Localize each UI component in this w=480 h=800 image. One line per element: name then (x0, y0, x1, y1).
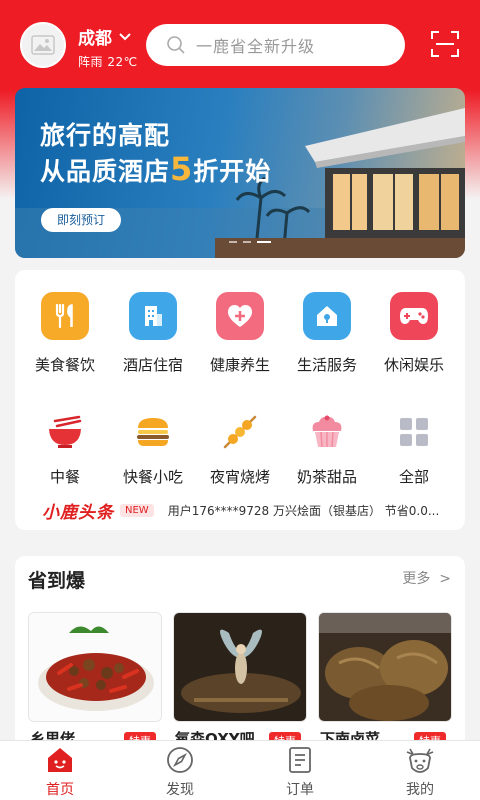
weather-text: 阵雨 22℃ (78, 55, 138, 69)
cupcake-icon (303, 412, 351, 452)
news-brand: 小鹿头条 (42, 502, 114, 523)
bowl-chopsticks-icon (41, 412, 89, 452)
location-selector[interactable]: 成都 阵雨 22℃ (78, 24, 138, 70)
spicy-dish-photo (29, 613, 161, 721)
order-list-icon (260, 745, 340, 775)
pagination-dot-active (257, 241, 271, 243)
tab-orders[interactable]: 订单 (260, 745, 340, 799)
more-link[interactable]: 更多 > (402, 568, 451, 588)
grid-icon (390, 412, 438, 452)
tab-label: 发现 (166, 782, 194, 798)
category-label: 快餐小吃 (122, 468, 183, 486)
promo-banner[interactable]: 旅行的高配 从品质酒店5折开始 即刻预订 (15, 88, 465, 258)
tab-label: 首页 (46, 782, 74, 798)
compass-icon (140, 745, 220, 775)
category-label: 酒店住宿 (122, 356, 183, 374)
braised-food-photo (319, 613, 451, 721)
category-label: 休闲娱乐 (383, 356, 444, 374)
more-label: 更多 (402, 571, 431, 587)
banner-title-line2: 从品质酒店5折开始 (40, 150, 271, 188)
bar-interior-photo (174, 613, 306, 721)
category-label: 美食餐饮 (34, 356, 95, 374)
banner-title-suffix: 折开始 (193, 157, 272, 186)
chevron-right-icon: > (439, 571, 451, 587)
search-bar[interactable]: 一鹿省全新升级 (146, 24, 405, 66)
gamepad-icon (390, 292, 438, 340)
tab-discover[interactable]: 发现 (140, 745, 220, 799)
news-text: 用户176****9728 万兴烩面（银基店） 节省0.0... (167, 503, 440, 518)
pagination-dot (243, 241, 251, 243)
banner-pagination (229, 241, 271, 243)
deal-card-image[interactable] (173, 612, 307, 722)
tab-mine[interactable]: 我的 (380, 745, 460, 799)
skewer-icon (216, 412, 264, 452)
heart-plus-icon (216, 292, 264, 340)
category-all[interactable]: 全部 (370, 412, 458, 487)
deal-card-image[interactable] (28, 612, 162, 722)
category-health[interactable]: 健康养生 (196, 292, 284, 375)
category-label: 奶茶甜品 (296, 468, 357, 486)
category-hotel[interactable]: 酒店住宿 (109, 292, 197, 375)
category-label: 中餐 (49, 468, 80, 486)
section-title: 省到爆 (28, 570, 86, 592)
avatar[interactable] (20, 22, 66, 68)
building-icon (129, 292, 177, 340)
banner-discount-number: 5 (170, 150, 194, 188)
category-chinese-food[interactable]: 中餐 (21, 412, 109, 487)
news-ticker[interactable]: 小鹿头条 NEW 用户176****9728 万兴烩面（银基店） 节省0.0..… (42, 498, 452, 523)
category-life-service[interactable]: 生活服务 (283, 292, 371, 375)
category-label: 夜宵烧烤 (209, 468, 270, 486)
image-placeholder-icon (31, 35, 55, 55)
deer-face-icon (380, 745, 460, 775)
category-fast-food[interactable]: 快餐小吃 (109, 412, 197, 487)
burger-icon (129, 412, 177, 452)
house-icon (303, 292, 351, 340)
category-card: 美食餐饮 酒店住宿 健康养生 生活服务 休闲娱乐 中餐 快餐小吃 夜宵烧烤 奶茶… (15, 270, 465, 530)
header: 成都 阵雨 22℃ 一鹿省全新升级 (0, 0, 480, 88)
category-label: 生活服务 (296, 356, 357, 374)
tab-label: 我的 (406, 782, 434, 798)
search-placeholder: 一鹿省全新升级 (196, 37, 316, 56)
home-deer-icon (20, 745, 100, 775)
city-name: 成都 (78, 29, 112, 49)
scan-icon[interactable] (430, 30, 460, 58)
category-label: 全部 (398, 468, 429, 486)
deal-card-image[interactable] (318, 612, 452, 722)
search-icon (167, 36, 185, 54)
bottom-tab-bar: 首页 发现 订单 我的 (0, 740, 480, 800)
category-dessert[interactable]: 奶茶甜品 (283, 412, 371, 487)
fork-knife-icon (41, 292, 89, 340)
deals-section: 省到爆 更多 > 乡里佬 特惠 氧森OXY吧 特惠 (15, 556, 465, 756)
tab-home[interactable]: 首页 (20, 745, 100, 799)
pagination-dot (229, 241, 237, 243)
category-entertainment[interactable]: 休闲娱乐 (370, 292, 458, 375)
news-badge: NEW (120, 503, 154, 517)
banner-title-prefix: 从品质酒店 (40, 157, 171, 186)
category-bbq[interactable]: 夜宵烧烤 (196, 412, 284, 487)
tab-label: 订单 (286, 782, 314, 798)
category-food[interactable]: 美食餐饮 (21, 292, 109, 375)
category-label: 健康养生 (209, 356, 270, 374)
chevron-down-icon (119, 32, 131, 40)
banner-title-line1: 旅行的高配 (40, 121, 171, 150)
book-now-button[interactable]: 即刻预订 (41, 208, 121, 232)
